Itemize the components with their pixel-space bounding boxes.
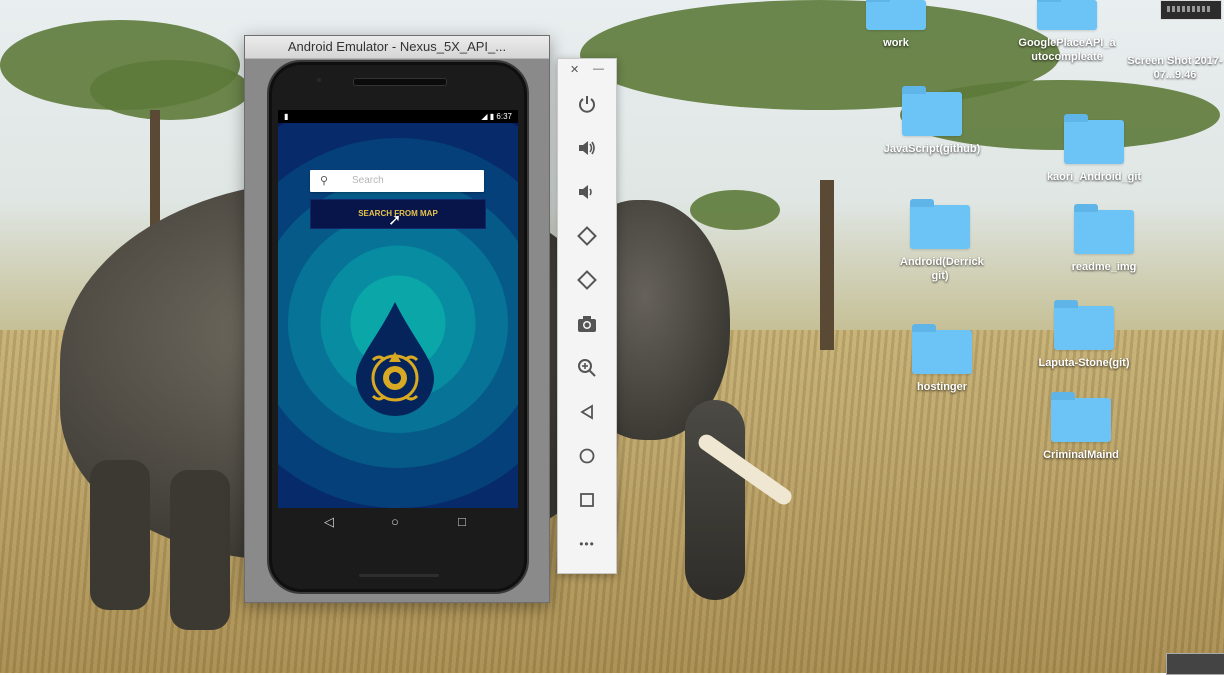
- rotate-left-icon: [577, 226, 597, 246]
- folder-icon: [902, 86, 962, 136]
- camera-icon: [578, 316, 596, 332]
- tree-trunk: [150, 110, 160, 230]
- sd-card-icon: ▮: [284, 112, 289, 121]
- battery-icon: ▮: [489, 112, 495, 121]
- close-icon[interactable]: ✕: [570, 63, 579, 76]
- desktop-folder-work[interactable]: work: [831, 0, 961, 50]
- folder-icon: [1074, 204, 1134, 254]
- desktop-folder-laputa-stone[interactable]: Laputa-Stone(git): [1019, 300, 1149, 370]
- corner-thumbnail: [1166, 653, 1224, 675]
- back-icon: [580, 404, 593, 420]
- rotate-right-button[interactable]: [572, 265, 602, 295]
- phone-bottom-bar: [359, 574, 439, 577]
- screenshot-button[interactable]: [572, 309, 602, 339]
- phone-speaker: [353, 78, 447, 86]
- desktop-icon-label: Android(Derrick git): [900, 256, 984, 282]
- phone-screen[interactable]: ▮ ◢ ▮ 6:37 ⚲ Search SEARCH FROM MAP ➚: [278, 110, 518, 508]
- more-button[interactable]: •••: [572, 529, 602, 559]
- desktop-icon-label: GooglePlaceAPI_a utocompleate: [1018, 37, 1116, 63]
- home-icon: [579, 448, 595, 464]
- desktop-file-screenshot[interactable]: Screen Shot 2017-07...9.46: [1125, 48, 1224, 82]
- more-icon: •••: [579, 537, 595, 551]
- elephant-leg: [90, 460, 150, 610]
- nav-home-icon[interactable]: ○: [391, 514, 399, 529]
- desktop-icon-label: readme_img: [1071, 261, 1137, 273]
- volume-down-icon: [579, 185, 592, 199]
- emulator-title[interactable]: Android Emulator - Nexus_5X_API_...: [245, 36, 549, 59]
- rotate-right-icon: [577, 270, 597, 290]
- desktop-icon-label: hostinger: [916, 381, 968, 393]
- status-bar: ▮ ◢ ▮ 6:37: [278, 110, 518, 123]
- desktop-icon-label: kaori_Android_git: [1046, 171, 1142, 183]
- desktop-icon-label: JavaScript(github): [883, 143, 981, 155]
- signal-icon: ◢: [481, 112, 488, 121]
- phone-frame: ▮ ◢ ▮ 6:37 ⚲ Search SEARCH FROM MAP ➚ ◁ …: [267, 60, 529, 594]
- power-icon: [579, 96, 595, 113]
- mouse-cursor-icon: ➚: [388, 212, 402, 229]
- android-nav-bar: ◁ ○ □: [278, 510, 518, 540]
- desktop-folder-android-derrick[interactable]: Android(Derrick git): [875, 199, 1005, 283]
- folder-icon: [910, 199, 970, 249]
- folder-icon: [1051, 392, 1111, 442]
- emulator-toolbar: ✕ — •••: [557, 58, 617, 574]
- tree-trunk: [820, 180, 834, 350]
- overview-button[interactable]: [572, 485, 602, 515]
- screenshot-file-icon: [1160, 0, 1222, 20]
- search-input[interactable]: ⚲ Search: [310, 170, 484, 192]
- folder-icon: [912, 324, 972, 374]
- volume-down-button[interactable]: [572, 177, 602, 207]
- nav-overview-icon[interactable]: □: [458, 514, 466, 529]
- desktop-icon-label: work: [883, 37, 909, 49]
- elephant-trunk: [685, 400, 745, 600]
- power-button[interactable]: [572, 89, 602, 119]
- toolbar-header: ✕ —: [558, 59, 616, 83]
- folder-icon: [1037, 0, 1097, 30]
- tree-canopy: [90, 60, 250, 120]
- desktop-folder-kaori-android[interactable]: kaori_Android_git: [1029, 114, 1159, 184]
- desktop-folder-readme-img[interactable]: readme_img: [1039, 204, 1169, 274]
- nav-back-icon[interactable]: ◁: [324, 514, 334, 530]
- volume-up-button[interactable]: [572, 133, 602, 163]
- volume-up-icon: [579, 141, 595, 155]
- rotate-left-button[interactable]: [572, 221, 602, 251]
- desktop-icon-label: Screen Shot 2017-07...9.46: [1127, 55, 1223, 81]
- folder-icon: [1054, 300, 1114, 350]
- minimize-icon[interactable]: —: [593, 63, 604, 75]
- search-placeholder: Search: [352, 175, 384, 186]
- zoom-button[interactable]: [572, 353, 602, 383]
- folder-icon: [1064, 114, 1124, 164]
- overview-icon: [580, 493, 594, 507]
- desktop-folder-hostinger[interactable]: hostinger: [877, 324, 1007, 394]
- status-time: 6:37: [496, 112, 512, 121]
- elephant-leg: [170, 470, 230, 630]
- desktop-folder-criminalmaind[interactable]: CriminalMaind: [1016, 392, 1146, 462]
- emulator-window[interactable]: Android Emulator - Nexus_5X_API_... ▮ ◢ …: [244, 35, 550, 603]
- home-button[interactable]: [572, 441, 602, 471]
- search-icon: ⚲: [320, 175, 329, 187]
- desktop-icon-label: CriminalMaind: [1043, 449, 1119, 461]
- folder-icon: [866, 0, 926, 30]
- desktop-folder-googleplaceapi[interactable]: GooglePlaceAPI_a utocompleate: [1002, 0, 1132, 64]
- zoom-in-icon: [578, 359, 596, 377]
- back-button[interactable]: [572, 397, 602, 427]
- app-logo-drop-icon: [356, 302, 434, 416]
- status-right: ◢ ▮ 6:37: [481, 110, 512, 123]
- front-camera: [317, 78, 321, 82]
- desktop-folder-javascript[interactable]: JavaScript(github): [867, 86, 997, 156]
- desktop-icon-label: Laputa-Stone(git): [1038, 357, 1130, 369]
- tree-canopy: [690, 190, 780, 230]
